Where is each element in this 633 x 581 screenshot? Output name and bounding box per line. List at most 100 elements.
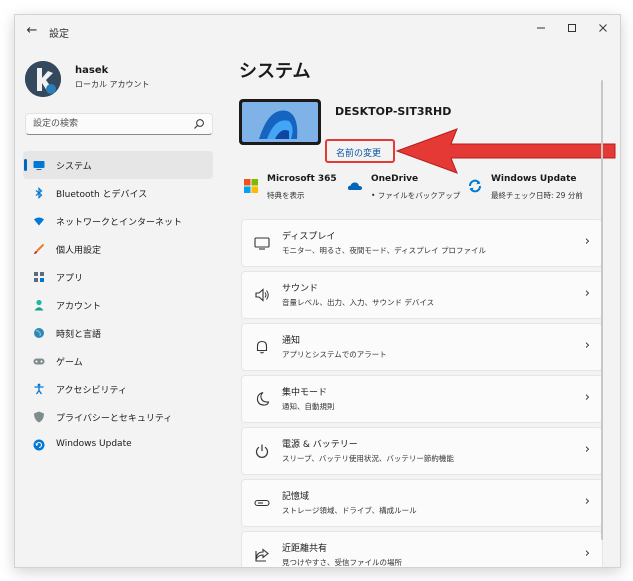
card-subtitle: スリープ、バッテリ使用状況、バッテリー節約機能	[282, 454, 454, 463]
card-title: 通知	[282, 336, 301, 346]
sidebar-item-label: Bluetooth とデバイス	[56, 190, 148, 200]
account-type: ローカル アカウント	[75, 80, 150, 89]
quick-link-title: OneDrive	[371, 174, 419, 184]
quick-link-subtitle: • ファイルをバックアップ	[371, 191, 461, 200]
wifi-icon	[34, 217, 44, 226]
rename-link[interactable]: 名前の変更	[336, 146, 381, 159]
card-focus-assist[interactable]: 集中モード 通知、自動規則 ›	[241, 375, 603, 423]
close-icon	[599, 24, 607, 32]
sidebar-item-label: アカウント	[56, 302, 102, 312]
card-subtitle: 見つけやすさ、受信ファイルの場所	[282, 558, 402, 567]
gamepad-icon	[33, 358, 45, 365]
card-title: 集中モード	[282, 388, 328, 398]
power-icon	[255, 444, 269, 458]
card-display[interactable]: ディスプレイ モニター、明るさ、夜間モード、ディスプレイ プロファイル ›	[241, 219, 603, 267]
search-icon[interactable]	[193, 118, 205, 130]
settings-list: ディスプレイ モニター、明るさ、夜間モード、ディスプレイ プロファイル › サウ…	[241, 219, 603, 567]
search-input[interactable]	[33, 116, 183, 132]
card-nearby-sharing[interactable]: 近距離共有 見つけやすさ、受信ファイルの場所 ›	[241, 531, 603, 567]
accessibility-icon	[34, 383, 44, 395]
quick-link-subtitle: 最終チェック日時: 29 分前	[491, 191, 583, 200]
card-title: サウンド	[282, 284, 319, 294]
chevron-right-icon: ›	[584, 546, 590, 561]
sidebar-item-label: システム	[56, 162, 92, 172]
brush-icon	[34, 243, 45, 254]
chevron-right-icon: ›	[584, 442, 590, 457]
arrow-left-icon: ←	[26, 23, 38, 38]
sidebar-item-time-language[interactable]: 時刻と言語	[23, 319, 213, 347]
chevron-right-icon: ›	[584, 390, 590, 405]
minimize-button[interactable]	[527, 19, 555, 41]
display-icon	[254, 237, 270, 250]
quick-link-title: Windows Update	[491, 174, 577, 184]
card-subtitle: 通知、自動規則	[282, 402, 335, 411]
window-title: 設定	[49, 29, 69, 40]
card-storage[interactable]: 記憶域 ストレージ領域、ドライブ、構成ルール ›	[241, 479, 603, 527]
sidebar-item-privacy[interactable]: プライバシーとセキュリティ	[23, 403, 213, 431]
back-button[interactable]: ←	[23, 22, 41, 40]
microsoft-logo-icon	[244, 179, 258, 193]
card-title: 電源 & バッテリー	[282, 440, 358, 450]
globe-clock-icon	[34, 328, 44, 338]
device-name: DESKTOP-SIT3RHD	[335, 105, 452, 118]
shield-icon	[34, 411, 44, 423]
windows-wallpaper-icon	[242, 102, 318, 142]
card-sound[interactable]: サウンド 音量レベル、出力、入力、サウンド デバイス ›	[241, 271, 603, 319]
update-icon	[33, 439, 45, 451]
sidebar-item-network[interactable]: ネットワークとインターネット	[23, 207, 213, 235]
sidebar: hasek ローカル アカウント システム Bluetooth とデバイス ネッ…	[15, 47, 227, 567]
card-subtitle: モニター、明るさ、夜間モード、ディスプレイ プロファイル	[282, 246, 486, 255]
moon-icon	[256, 391, 270, 406]
quick-link-title: Microsoft 365	[267, 174, 337, 184]
chevron-right-icon: ›	[584, 338, 590, 353]
sidebar-item-label: ゲーム	[56, 358, 83, 368]
sidebar-item-label: アプリ	[56, 274, 84, 284]
settings-window: ← 設定 hasek ローカル アカウント 設定の検索 システム Bluetoo…	[14, 14, 621, 568]
bluetooth-icon	[35, 187, 43, 199]
sidebar-item-accessibility[interactable]: アクセシビリティ	[23, 375, 213, 403]
sidebar-item-system[interactable]: システム	[23, 151, 213, 179]
main-content: システム DESKTOP-SIT3RHD 名前の変更 Microsoft 365…	[227, 47, 620, 567]
chevron-right-icon: ›	[584, 286, 590, 301]
avatar[interactable]	[25, 61, 61, 97]
pointer-arrow-icon	[395, 128, 616, 174]
sidebar-item-label: アクセシビリティ	[56, 386, 128, 396]
user-avatar-icon	[25, 61, 61, 97]
maximize-button[interactable]	[558, 19, 586, 41]
close-button[interactable]	[589, 19, 617, 41]
card-subtitle: ストレージ領域、ドライブ、構成ルール	[282, 506, 417, 515]
sidebar-item-personalization[interactable]: 個人用設定	[23, 235, 213, 263]
card-title: 記憶域	[282, 492, 310, 502]
maximize-icon	[568, 24, 576, 32]
user-name: hasek	[75, 65, 109, 76]
page-title: システム	[239, 61, 311, 82]
sidebar-item-windows-update[interactable]: Windows Update	[23, 431, 213, 459]
scrollbar[interactable]	[601, 80, 603, 540]
speaker-icon	[255, 288, 269, 302]
card-subtitle: アプリとシステムでのアラート	[282, 350, 387, 359]
title-bar: ← 設定	[15, 15, 620, 47]
apps-icon	[34, 272, 44, 282]
sidebar-item-label: Windows Update	[56, 439, 132, 449]
sidebar-item-label: 個人用設定	[56, 246, 102, 256]
card-power-battery[interactable]: 電源 & バッテリー スリープ、バッテリ使用状況、バッテリー節約機能 ›	[241, 427, 603, 475]
sidebar-item-gaming[interactable]: ゲーム	[23, 347, 213, 375]
card-title: 近距離共有	[282, 544, 328, 554]
update-icon	[469, 179, 481, 193]
sidebar-item-accounts[interactable]: アカウント	[23, 291, 213, 319]
card-title: ディスプレイ	[282, 232, 336, 242]
sidebar-item-apps[interactable]: アプリ	[23, 263, 213, 291]
bell-icon	[256, 340, 268, 354]
sidebar-nav: システム Bluetooth とデバイス ネットワークとインターネット 個人用設…	[23, 151, 213, 459]
sidebar-item-bluetooth[interactable]: Bluetooth とデバイス	[23, 179, 213, 207]
share-icon	[255, 548, 269, 562]
sidebar-item-label: 時刻と言語	[56, 330, 102, 340]
storage-icon	[254, 499, 270, 507]
card-notifications[interactable]: 通知 アプリとシステムでのアラート ›	[241, 323, 603, 371]
sidebar-item-label: ネットワークとインターネット	[56, 218, 183, 228]
quick-link-subtitle: 特典を表示	[267, 191, 305, 200]
cloud-icon	[347, 182, 362, 190]
device-thumbnail	[239, 99, 321, 145]
minimize-icon	[537, 27, 545, 29]
search-box[interactable]	[25, 113, 213, 135]
